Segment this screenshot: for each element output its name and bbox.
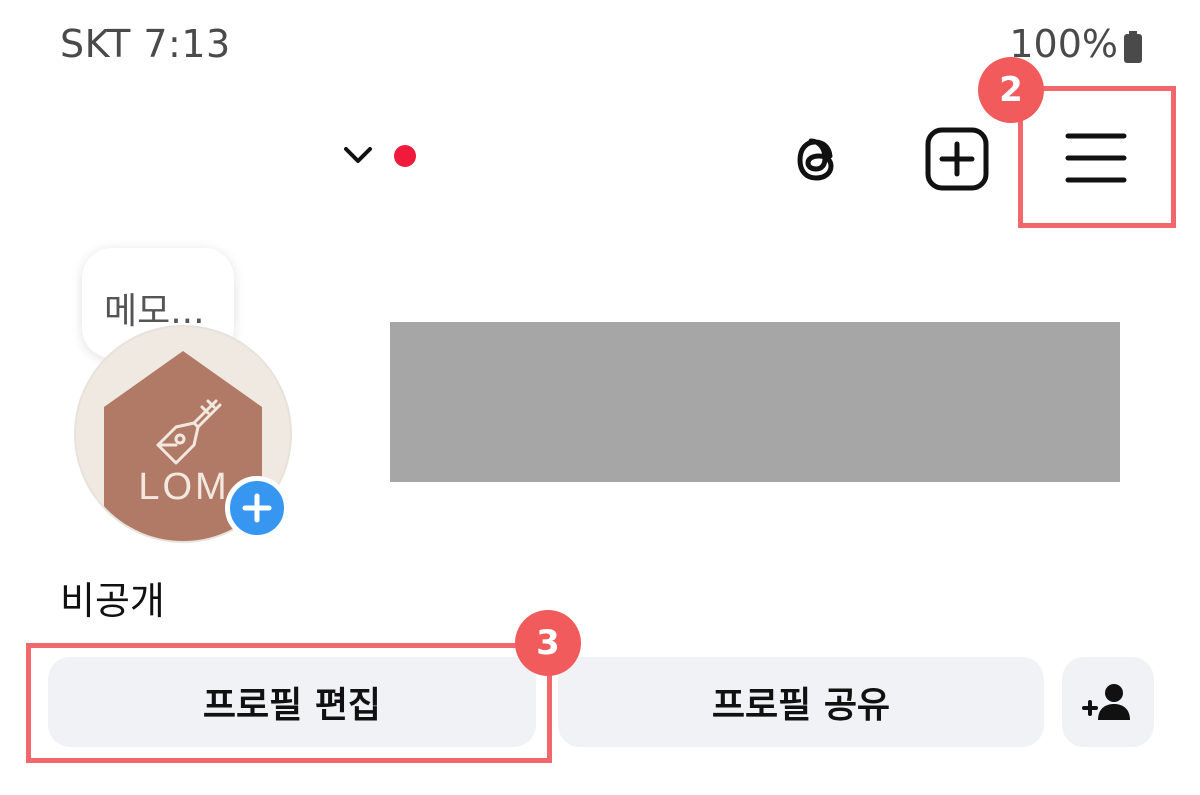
menu-highlight-box [1018,86,1176,228]
step-badge-2: 2 [978,57,1044,123]
add-story-button[interactable] [225,476,289,540]
status-carrier-time: SKT 7:13 [60,22,231,66]
battery-percentage: 100% [1009,22,1118,66]
account-name: 비공개 [60,579,165,623]
add-person-button[interactable] [1062,657,1154,747]
threads-button[interactable] [786,128,850,192]
plus-icon [242,493,272,523]
redacted-profile-info [390,322,1120,482]
add-person-icon [1082,684,1130,720]
memo-placeholder: 메모... [104,291,205,332]
threads-icon [797,138,834,181]
step-badge-3: 3 [515,610,581,676]
chevron-down-icon [344,147,372,163]
edit-profile-highlight-box [26,643,552,763]
create-button[interactable] [924,126,990,192]
share-profile-label: 프로필 공유 [711,685,891,726]
status-battery: 100% [1009,22,1142,66]
plus-square-icon [925,127,989,191]
avatar-logo-text: LOM [138,466,229,508]
battery-full-icon [1124,28,1142,63]
account-switcher[interactable] [340,135,430,179]
notification-dot [394,145,416,167]
profile-screen: SKT 7:13 100% 2 메모... LOM 비공개 프로필 편집 프로필… [0,0,1200,795]
share-profile-button[interactable]: 프로필 공유 [558,657,1044,747]
